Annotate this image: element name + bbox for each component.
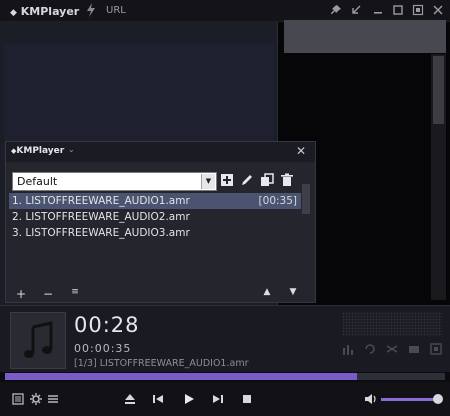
- equalizer-icon[interactable]: [342, 343, 354, 355]
- playlist-header: ◆KMPlayer ⌄ ✕: [6, 142, 315, 162]
- playlist-select-value: Default: [17, 175, 58, 188]
- chevron-down-icon[interactable]: ▼: [201, 174, 215, 189]
- playlist-items: 1. LISTOFFREEWARE_AUDIO1.amr [00:35] 2. …: [9, 193, 301, 271]
- side-scrollbar-thumb[interactable]: [433, 56, 444, 124]
- playlist-select[interactable]: Default ▼: [12, 172, 217, 191]
- playlist-title-k: KM: [16, 146, 33, 156]
- volume-icon[interactable]: [364, 392, 378, 406]
- capture-icon[interactable]: [408, 343, 420, 355]
- playlist-item[interactable]: 3. LISTOFFREEWARE_AUDIO3.amr: [9, 225, 301, 241]
- total-time: 00:00:35: [74, 342, 132, 355]
- now-playing-title: [1/3] LISTOFFREEWARE_AUDIO1.amr: [74, 358, 249, 369]
- remove-file-icon[interactable]: −: [41, 287, 55, 301]
- volume-slider-fill[interactable]: [381, 398, 438, 401]
- playlist-item-duration: [00:35]: [258, 195, 297, 207]
- playlist-window: ◆KMPlayer ⌄ ✕ Default ▼ 1. LISTOFFREEWAR…: [5, 141, 316, 303]
- next-icon[interactable]: [211, 392, 225, 406]
- delete-icon[interactable]: [280, 173, 294, 187]
- options-icon[interactable]: [430, 343, 442, 355]
- settings-icon[interactable]: [29, 392, 43, 406]
- previous-icon[interactable]: [151, 392, 165, 406]
- dock-pattern: [342, 312, 442, 336]
- move-up-icon[interactable]: ▲: [260, 287, 274, 297]
- music-note-icon: [24, 321, 53, 358]
- copy-icon[interactable]: [260, 173, 274, 187]
- stop-icon[interactable]: [240, 392, 254, 406]
- app-title-k: KM: [20, 5, 41, 18]
- restore-icon[interactable]: [350, 4, 362, 16]
- playlist-item[interactable]: 2. LISTOFFREEWARE_AUDIO2.amr: [9, 209, 301, 225]
- side-panel-header: [284, 20, 446, 53]
- playlist-menu-chevron-icon[interactable]: ⌄: [68, 145, 75, 154]
- pin-icon[interactable]: [330, 4, 342, 16]
- close-icon[interactable]: [432, 4, 444, 16]
- title-bar: ◆ KMPlayer ⌄ URL: [0, 0, 450, 22]
- edit-icon[interactable]: [240, 173, 254, 187]
- elapsed-time[interactable]: 00:28: [74, 313, 140, 337]
- fullscreen-icon[interactable]: [412, 4, 424, 16]
- playlist-item-label: 1. LISTOFFREEWARE_AUDIO1.amr: [12, 195, 190, 207]
- move-down-icon[interactable]: ▼: [286, 287, 300, 297]
- shuffle-icon[interactable]: [386, 343, 398, 355]
- repeat-icon[interactable]: [364, 343, 376, 355]
- playlist-logo[interactable]: ◆KMPlayer: [11, 146, 64, 156]
- url-button[interactable]: URL: [106, 5, 126, 16]
- app-menu-chevron-icon[interactable]: ⌄: [66, 4, 74, 14]
- playlist-scrollbar[interactable]: [302, 184, 310, 214]
- menu-icon[interactable]: [46, 392, 60, 406]
- sort-icon[interactable]: ≡: [68, 287, 82, 297]
- add-icon[interactable]: [220, 173, 234, 187]
- playlist-item[interactable]: 1. LISTOFFREEWARE_AUDIO1.amr [00:35]: [9, 193, 301, 209]
- player-dock: 00:28 00:00:35 [1/3] LISTOFFREEWARE_AUDI…: [0, 305, 450, 372]
- playlist-close-icon[interactable]: ✕: [296, 144, 306, 158]
- minimize-icon[interactable]: [372, 4, 384, 16]
- play-icon[interactable]: [182, 392, 196, 406]
- lightning-icon[interactable]: [86, 3, 96, 17]
- album-art: [10, 312, 66, 369]
- control-bar: [0, 382, 450, 416]
- seek-bar-fill[interactable]: [5, 373, 357, 380]
- playlist-item-label: 2. LISTOFFREEWARE_AUDIO2.amr: [12, 211, 190, 223]
- add-file-icon[interactable]: +: [14, 287, 28, 301]
- playlist-icon[interactable]: [11, 392, 25, 406]
- eject-icon[interactable]: [123, 392, 137, 406]
- playlist-title-rest: Player: [32, 146, 65, 156]
- maximize-icon[interactable]: [392, 4, 404, 16]
- playlist-item-label: 3. LISTOFFREEWARE_AUDIO3.amr: [12, 227, 190, 239]
- volume-slider-knob[interactable]: [433, 394, 443, 404]
